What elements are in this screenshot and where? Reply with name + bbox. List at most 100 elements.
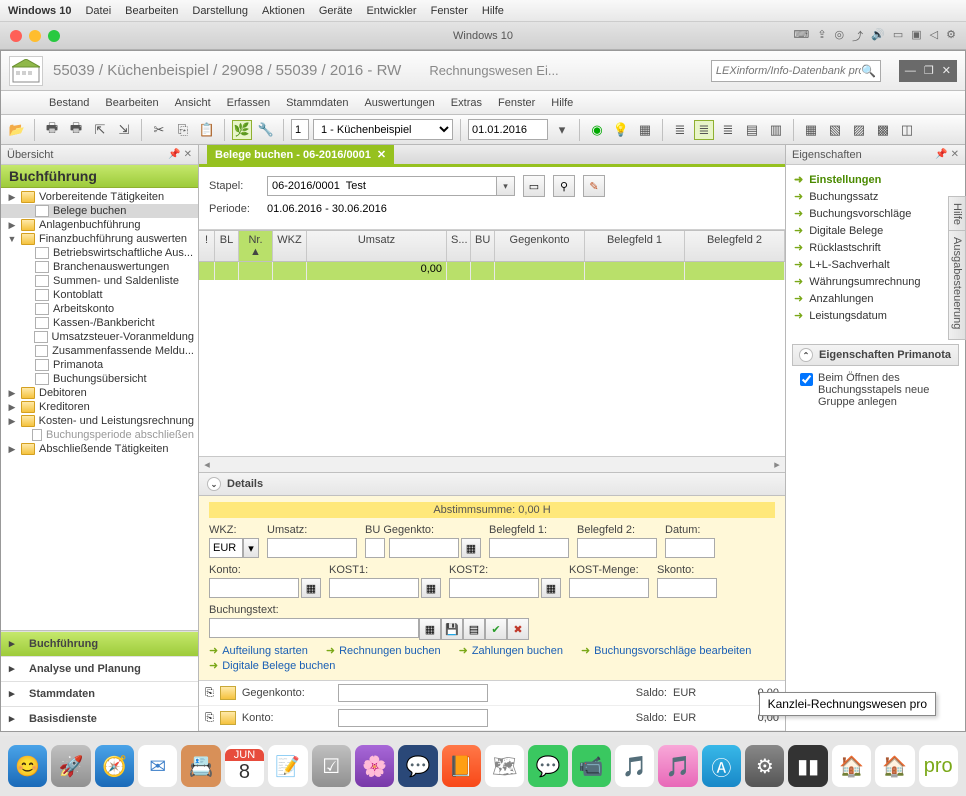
itunes-icon[interactable]: 🎵 (615, 745, 654, 787)
details-header[interactable]: ⌄ Details (199, 472, 785, 496)
bottom-nav-item[interactable]: ▸Analyse und Planung (1, 656, 198, 681)
menu-auswertungen[interactable]: Auswertungen (364, 97, 434, 109)
bottom-nav-item[interactable]: ▸Basisdienste (1, 706, 198, 731)
link-zahlungen[interactable]: ➜Zahlungen buchen (459, 644, 563, 657)
tree-item[interactable]: Kontoblatt (1, 288, 198, 302)
ausgabesteuerung-tab[interactable]: Ausgabesteuerung (948, 230, 966, 340)
ibooks-icon[interactable]: 📙 (442, 745, 481, 787)
camera-icon[interactable]: ▣ (911, 28, 921, 44)
tool5-icon[interactable]: ◫ (897, 120, 917, 140)
details-collapse-icon[interactable]: ⌄ (207, 477, 221, 491)
stapel-edit-icon[interactable]: ✎ (583, 175, 605, 197)
kost1-lookup-icon[interactable]: ▦ (421, 578, 441, 598)
acct-icon1[interactable]: ⎘ (205, 712, 214, 725)
stapel-input[interactable] (267, 176, 497, 196)
scroll-right-icon[interactable]: ▸ (769, 458, 785, 471)
btext-input[interactable] (209, 618, 419, 638)
app1-icon[interactable]: 🏠 (832, 745, 871, 787)
mac-menu-fenster[interactable]: Fenster (431, 5, 468, 17)
property-item[interactable]: ➜Währungsumrechnung (790, 273, 961, 290)
acct-input[interactable] (338, 684, 488, 702)
kost1-input[interactable] (329, 578, 419, 598)
print-icon[interactable]: 🖶 (42, 120, 62, 140)
import-icon[interactable]: ⇲ (114, 120, 134, 140)
tree-item[interactable]: Belege buchen (1, 204, 198, 218)
help-icon[interactable]: ◉ (587, 120, 607, 140)
tree-item[interactable]: Summen- und Saldenliste (1, 274, 198, 288)
tree-item[interactable]: ▶Debitoren (1, 386, 198, 400)
tree-icon[interactable]: 🌿 (232, 120, 252, 140)
list3-icon[interactable]: ≣ (718, 120, 738, 140)
client-select[interactable]: 1 - Küchenbeispiel (313, 119, 453, 140)
bulb-icon[interactable]: 💡 (611, 120, 631, 140)
mac-menu-hilfe[interactable]: Hilfe (482, 5, 504, 17)
safari-icon[interactable]: 🧭 (95, 745, 134, 787)
stapel-dropdown-icon[interactable]: ▾ (497, 176, 515, 196)
contacts-icon[interactable]: 📇 (181, 745, 220, 787)
property-item[interactable]: ➜Anzahlungen (790, 290, 961, 307)
bottom-nav-item[interactable]: ▸Buchführung (1, 631, 198, 656)
btext-b2-icon[interactable]: 💾 (441, 618, 463, 640)
menu-erfassen[interactable]: Erfassen (227, 97, 270, 109)
active-tab[interactable]: Belege buchen - 06-2016/0001 ✕ (207, 145, 394, 164)
date-input[interactable] (468, 119, 548, 140)
link-aufteilung[interactable]: ➜Aufteilung starten (209, 644, 308, 657)
list1-icon[interactable]: ≣ (670, 120, 690, 140)
maps-icon[interactable]: 🗺 (485, 745, 524, 787)
tree-item[interactable]: ▶Kreditoren (1, 400, 198, 414)
tree-item[interactable]: Umsatzsteuer-Voranmeldung (1, 330, 198, 344)
usb-icon[interactable]: ⇪ (817, 28, 826, 44)
folder-icon[interactable] (220, 686, 236, 700)
gegenkto-input[interactable] (389, 538, 459, 558)
primanota-header[interactable]: ⌃Eigenschaften Primanota (792, 344, 959, 366)
client-no-input[interactable] (291, 119, 309, 140)
close-button[interactable]: ✕ (942, 64, 951, 77)
display-icon[interactable]: ▭ (893, 28, 903, 44)
print2-icon[interactable]: 🖶 (66, 120, 86, 140)
property-item[interactable]: ➜Leistungsdatum (790, 307, 961, 324)
property-item[interactable]: ➜L+L-Sachverhalt (790, 256, 961, 273)
primanota-checkbox-row[interactable]: Beim Öffnen des Buchungsstapels neue Gru… (800, 372, 951, 408)
property-item[interactable]: ➜Einstellungen (790, 171, 961, 188)
mail-icon[interactable]: ✉ (138, 745, 177, 787)
copy-icon[interactable]: ⎘ (173, 120, 193, 140)
tool3-icon[interactable]: ▨ (849, 120, 869, 140)
property-item[interactable]: ➜Buchungssatz (790, 188, 961, 205)
wkz-dd-icon[interactable]: ▾ (243, 538, 259, 558)
menu-stammdaten[interactable]: Stammdaten (286, 97, 348, 109)
tree-item[interactable]: Arbeitskonto (1, 302, 198, 316)
stapel-btn2[interactable]: ⚲ (553, 175, 575, 197)
mac-menu-aktionen[interactable]: Aktionen (262, 5, 305, 17)
property-item[interactable]: ➜Buchungsvorschläge (790, 205, 961, 222)
tree-item[interactable]: ▶Anlagenbuchführung (1, 218, 198, 232)
keyboard-icon[interactable]: ⌨ (793, 28, 809, 44)
menu-extras[interactable]: Extras (451, 97, 482, 109)
acct-input[interactable] (338, 709, 488, 727)
kost2-input[interactable] (449, 578, 539, 598)
date-dropdown-icon[interactable]: ▾ (552, 120, 572, 140)
link-digitale-belege[interactable]: ➜Digitale Belege buchen (209, 659, 335, 672)
tree-item[interactable]: ▶Abschließende Tätigkeiten (1, 442, 198, 456)
list4-icon[interactable]: ▤ (742, 120, 762, 140)
restore-button[interactable]: ❐ (924, 64, 934, 77)
gear-icon[interactable]: ⚙ (946, 28, 956, 44)
paste-icon[interactable]: 📋 (197, 120, 217, 140)
tree-item[interactable]: Zusammenfassende Meldu... (1, 344, 198, 358)
sound-icon[interactable]: 🔊 (871, 28, 885, 44)
tool1-icon[interactable]: ▦ (801, 120, 821, 140)
photos-icon[interactable]: 🌸 (355, 745, 394, 787)
disc-icon[interactable]: ◎ (835, 28, 845, 44)
pin-icon[interactable]: 📌 ✕ (168, 149, 192, 160)
konto-lookup-icon[interactable]: ▦ (301, 578, 321, 598)
menu-fenster[interactable]: Fenster (498, 97, 535, 109)
datum-input[interactable] (665, 538, 715, 558)
export-icon[interactable]: ⇱ (90, 120, 110, 140)
kostm-input[interactable] (569, 578, 649, 598)
music-icon[interactable]: 🎵 (658, 745, 697, 787)
tool4-icon[interactable]: ▩ (873, 120, 893, 140)
tab-close-icon[interactable]: ✕ (377, 148, 386, 161)
btext-ok-icon[interactable]: ✔ (485, 618, 507, 640)
search-icon[interactable]: 🔍 (861, 64, 876, 78)
scroll-left-icon[interactable]: ◂ (199, 458, 215, 471)
tree-item[interactable]: ▼Finanzbuchführung auswerten (1, 232, 198, 246)
